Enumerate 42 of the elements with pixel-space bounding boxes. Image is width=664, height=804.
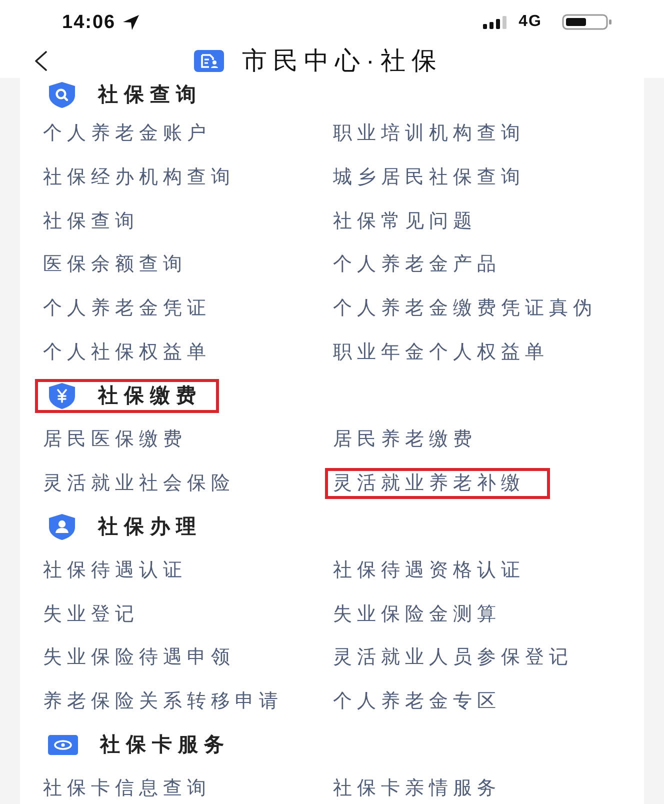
shield-search-icon <box>48 82 76 108</box>
service-link[interactable]: 灵活就业人员参保登记 <box>333 648 573 668</box>
status-time: 14:06 <box>62 12 116 32</box>
section-heading: 社保卡服务 <box>100 735 230 756</box>
service-link[interactable]: 社保经办机构查询 <box>43 168 235 187</box>
service-link[interactable]: 灵活就业社会保险 <box>43 474 235 493</box>
service-link[interactable]: 养老保险关系转移申请 <box>43 692 283 711</box>
service-link[interactable]: 失业登记 <box>43 604 139 624</box>
signal-icon <box>482 16 507 28</box>
page-title: 市民中心·社保 <box>242 48 442 74</box>
service-link[interactable]: 社保卡亲情服务 <box>333 779 501 798</box>
shield-person-icon <box>48 514 76 540</box>
service-link[interactable]: 社保常见问题 <box>333 212 477 231</box>
card-eye-icon <box>48 734 78 756</box>
service-link[interactable]: 个人养老金专区 <box>333 692 501 711</box>
section-heading: 社保办理 <box>98 516 202 537</box>
location-arrow-icon <box>122 14 140 30</box>
service-link[interactable]: 个人养老金产品 <box>333 255 501 274</box>
battery-icon <box>562 14 612 30</box>
service-link[interactable]: 个人养老金账户 <box>43 124 211 144</box>
service-link[interactable]: 职业培训机构查询 <box>333 124 525 144</box>
network-label: 4G <box>518 14 542 30</box>
shield-yen-icon <box>48 382 76 409</box>
back-icon <box>34 51 48 71</box>
section-heading: 社保缴费 <box>98 386 202 406</box>
service-link[interactable]: 失业保险待遇申领 <box>43 648 235 668</box>
service-link[interactable]: 城乡居民社保查询 <box>333 168 525 187</box>
service-link[interactable]: 个人养老金凭证 <box>43 298 211 318</box>
section-heading: 社保查询 <box>98 85 202 105</box>
service-link[interactable]: 社保待遇资格认证 <box>333 560 525 580</box>
service-link[interactable]: 医保余额查询 <box>43 255 187 274</box>
service-link[interactable]: 居民医保缴费 <box>43 430 187 449</box>
service-link[interactable]: 职业年金个人权益单 <box>333 342 549 362</box>
service-link[interactable]: 个人社保权益单 <box>43 342 211 362</box>
document-icon <box>194 50 224 72</box>
service-link[interactable]: 失业保险金测算 <box>333 604 501 624</box>
service-link[interactable]: 社保待遇认证 <box>43 560 187 580</box>
service-link[interactable]: 社保卡信息查询 <box>43 779 211 798</box>
service-link[interactable]: 个人养老金缴费凭证真伪 <box>333 298 597 318</box>
service-link[interactable]: 社保查询 <box>43 212 139 231</box>
service-link[interactable]: 灵活就业养老补缴 <box>333 474 525 493</box>
service-link[interactable]: 居民养老缴费 <box>333 430 477 449</box>
